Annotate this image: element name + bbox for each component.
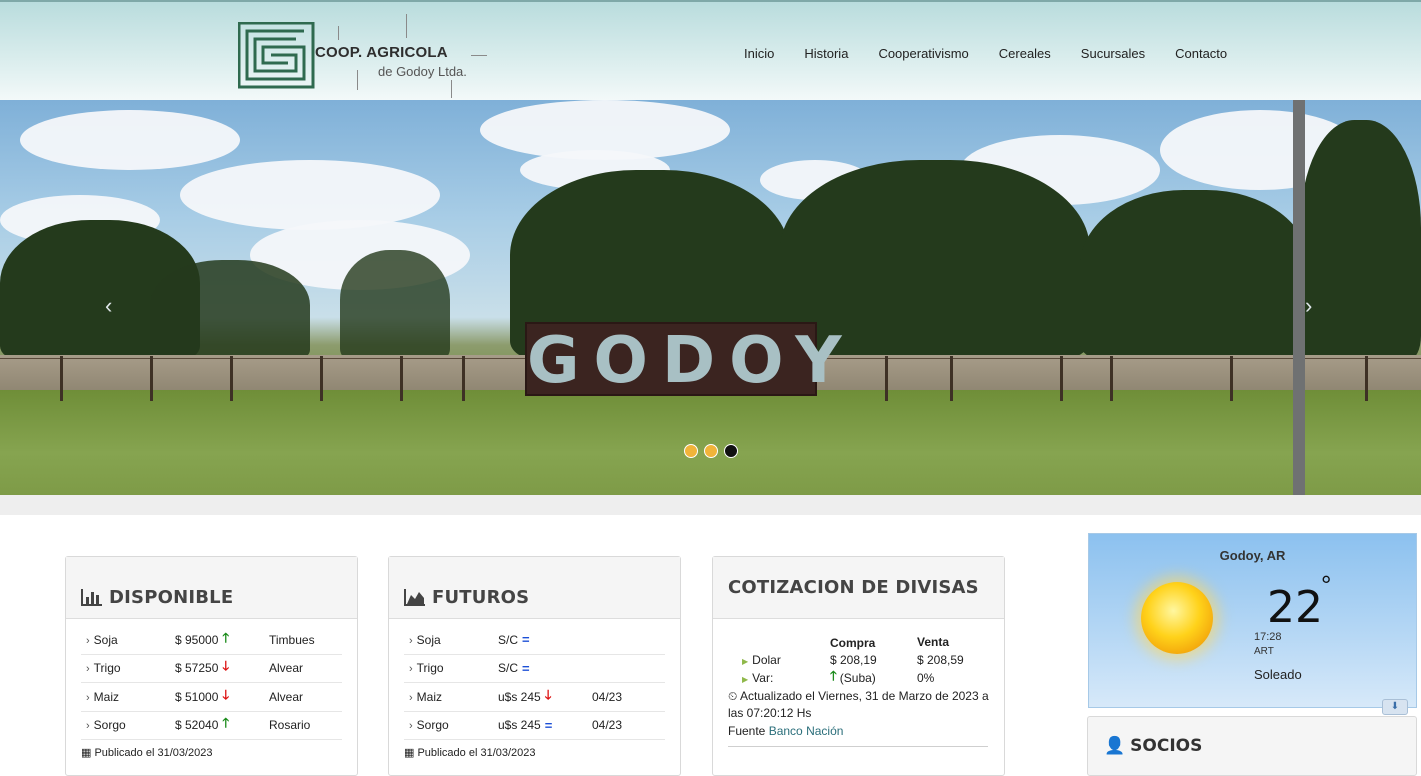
slider-dot-1[interactable] (684, 444, 698, 458)
slider-dot-3[interactable] (724, 444, 738, 458)
weather-time: 17:28 (1254, 631, 1282, 643)
col-compra: Compra (830, 636, 876, 650)
grain-price: $ 57250 (175, 661, 219, 676)
logo-subtitle: de Godoy Ltda. (378, 64, 467, 79)
weather-timezone: ART (1254, 646, 1274, 657)
grain-place: Alvear (269, 689, 304, 704)
grain-name: Trigo (416, 661, 444, 676)
grain-name: Maiz (93, 689, 120, 704)
logo-title: COOP. AGRICOLA (315, 44, 448, 61)
source-link[interactable]: Banco Nación (769, 724, 844, 738)
grain-month: 04/23 (592, 718, 623, 733)
futuros-title: FUTUROS (432, 586, 530, 608)
download-icon[interactable]: ⬇ (1382, 699, 1408, 715)
weather-widget[interactable]: Godoy, AR 22 ° 17:28 ART Soleado (1088, 533, 1417, 708)
nav-sucursales[interactable]: Sucursales (1066, 46, 1160, 61)
bar-chart-icon (81, 589, 102, 606)
fx-updated: ⏲ Actualizado el Viernes, 31 de Marzo de… (728, 689, 989, 720)
godoy-sign: GODOY (525, 322, 856, 398)
grain-price: S/C (498, 661, 519, 676)
triangle-right-icon: ▶ (742, 675, 749, 684)
equal-icon: = (522, 632, 530, 648)
table-row: › Sorgo u$s 245 = 04/23 (404, 712, 665, 740)
calendar-icon: ▦ (404, 747, 415, 759)
grain-name: Sorgo (416, 718, 449, 733)
table-row: › Trigo S/C = (404, 655, 665, 683)
disponible-title: DISPONIBLE (109, 586, 234, 608)
nav-historia[interactable]: Historia (789, 46, 863, 61)
grain-name: Soja (93, 632, 118, 647)
nav-contacto[interactable]: Contacto (1160, 46, 1242, 61)
clock-icon: ⏲ (728, 689, 738, 703)
socios-title: SOCIOS (1130, 736, 1203, 756)
area-chart-icon (404, 589, 425, 606)
grain-place: Rosario (269, 718, 311, 733)
table-row: › Soja S/C = (404, 626, 665, 655)
arrow-up-icon: 🡑 (830, 668, 837, 683)
grain-name: Sorgo (93, 718, 126, 733)
grain-price: u$s 245 (498, 689, 541, 704)
divider-strip (0, 495, 1421, 515)
fx-row-var: ▶ Var: 🡑 (Suba) 0% (728, 668, 989, 687)
socios-panel: 👤 SOCIOS (1087, 716, 1417, 776)
arrow-down-icon: 🡓 (222, 686, 230, 702)
arrow-up-icon: 🡑 (222, 715, 230, 731)
equal-icon: = (522, 660, 530, 676)
table-row: › Maiz u$s 245 🡓 04/23 (404, 683, 665, 712)
weather-condition: Soleado (1254, 667, 1302, 682)
grain-price: $ 52040 (175, 718, 219, 733)
calendar-icon: ▦ (81, 747, 92, 759)
published-date: ▦ Publicado el 31/03/2023 (404, 747, 536, 759)
grain-price: u$s 245 (498, 718, 541, 733)
nav-cereales[interactable]: Cereales (984, 46, 1066, 61)
grain-name: Soja (416, 632, 441, 647)
arrow-up-icon: 🡑 (222, 629, 230, 645)
grain-price: $ 51000 (175, 689, 219, 704)
table-row: › Trigo $ 57250 🡓 Alvear (81, 655, 342, 683)
grain-place: Alvear (269, 661, 304, 676)
table-row: › Maiz $ 51000 🡓 Alvear (81, 683, 342, 712)
futuros-panel: FUTUROS › Soja S/C = › Trigo S/C = › Maiz u$s… (388, 556, 681, 776)
published-date: ▦ Publicado el 31/03/2023 (81, 747, 213, 759)
degree-symbol: ° (1321, 570, 1332, 600)
nav-cooperativismo[interactable]: Cooperativismo (863, 46, 983, 61)
weather-temp: 22 (1267, 582, 1323, 633)
grain-month: 04/23 (592, 689, 623, 704)
col-venta: Venta (917, 635, 950, 649)
slider-next-icon[interactable]: › (1305, 293, 1312, 319)
table-row: › Soja $ 95000 🡑 Timbues (81, 626, 342, 655)
divisas-title: COTIZACION DE DIVISAS (728, 577, 979, 598)
weather-location: Godoy, AR (1219, 548, 1286, 563)
grain-name: Maiz (416, 689, 443, 704)
slider-dots (684, 444, 738, 458)
slider-dot-2[interactable] (704, 444, 718, 458)
equal-icon: = (544, 717, 553, 733)
hero-slider: GODOY ‹ › (0, 100, 1421, 495)
logo-mark-icon (238, 22, 315, 89)
fx-source: Fuente Banco Nación (728, 724, 844, 738)
site-header: COOP. AGRICOLA de Godoy Ltda. Inicio His… (0, 0, 1421, 100)
table-row: › Sorgo $ 52040 🡑 Rosario (81, 712, 342, 740)
divisas-panel: COTIZACION DE DIVISAS Compra Venta ▶ Dola… (712, 556, 1005, 776)
dolar-venta: $ 208,59 (917, 653, 964, 667)
grain-price: $ 95000 (175, 632, 219, 647)
grain-price: S/C (498, 632, 519, 647)
disponible-panel: DISPONIBLE › Soja $ 95000 🡑 Timbues › Trigo… (65, 556, 358, 776)
user-icon: 👤 (1104, 736, 1126, 756)
triangle-right-icon: ▶ (742, 657, 749, 666)
main-nav: Inicio Historia Cooperativismo Cereales … (729, 46, 1242, 61)
slider-prev-icon[interactable]: ‹ (105, 293, 112, 319)
nav-inicio[interactable]: Inicio (729, 46, 789, 61)
grain-place: Timbues (269, 632, 315, 647)
grain-name: Trigo (93, 661, 121, 676)
var-pct: 0% (917, 671, 935, 685)
arrow-down-icon: 🡓 (222, 658, 230, 674)
logo[interactable]: COOP. AGRICOLA de Godoy Ltda. (238, 14, 498, 102)
sun-icon (1141, 582, 1213, 654)
arrow-down-icon: 🡓 (544, 686, 552, 702)
fx-header-row: Compra Venta (728, 635, 989, 651)
dolar-compra: $ 208,19 (830, 653, 877, 667)
